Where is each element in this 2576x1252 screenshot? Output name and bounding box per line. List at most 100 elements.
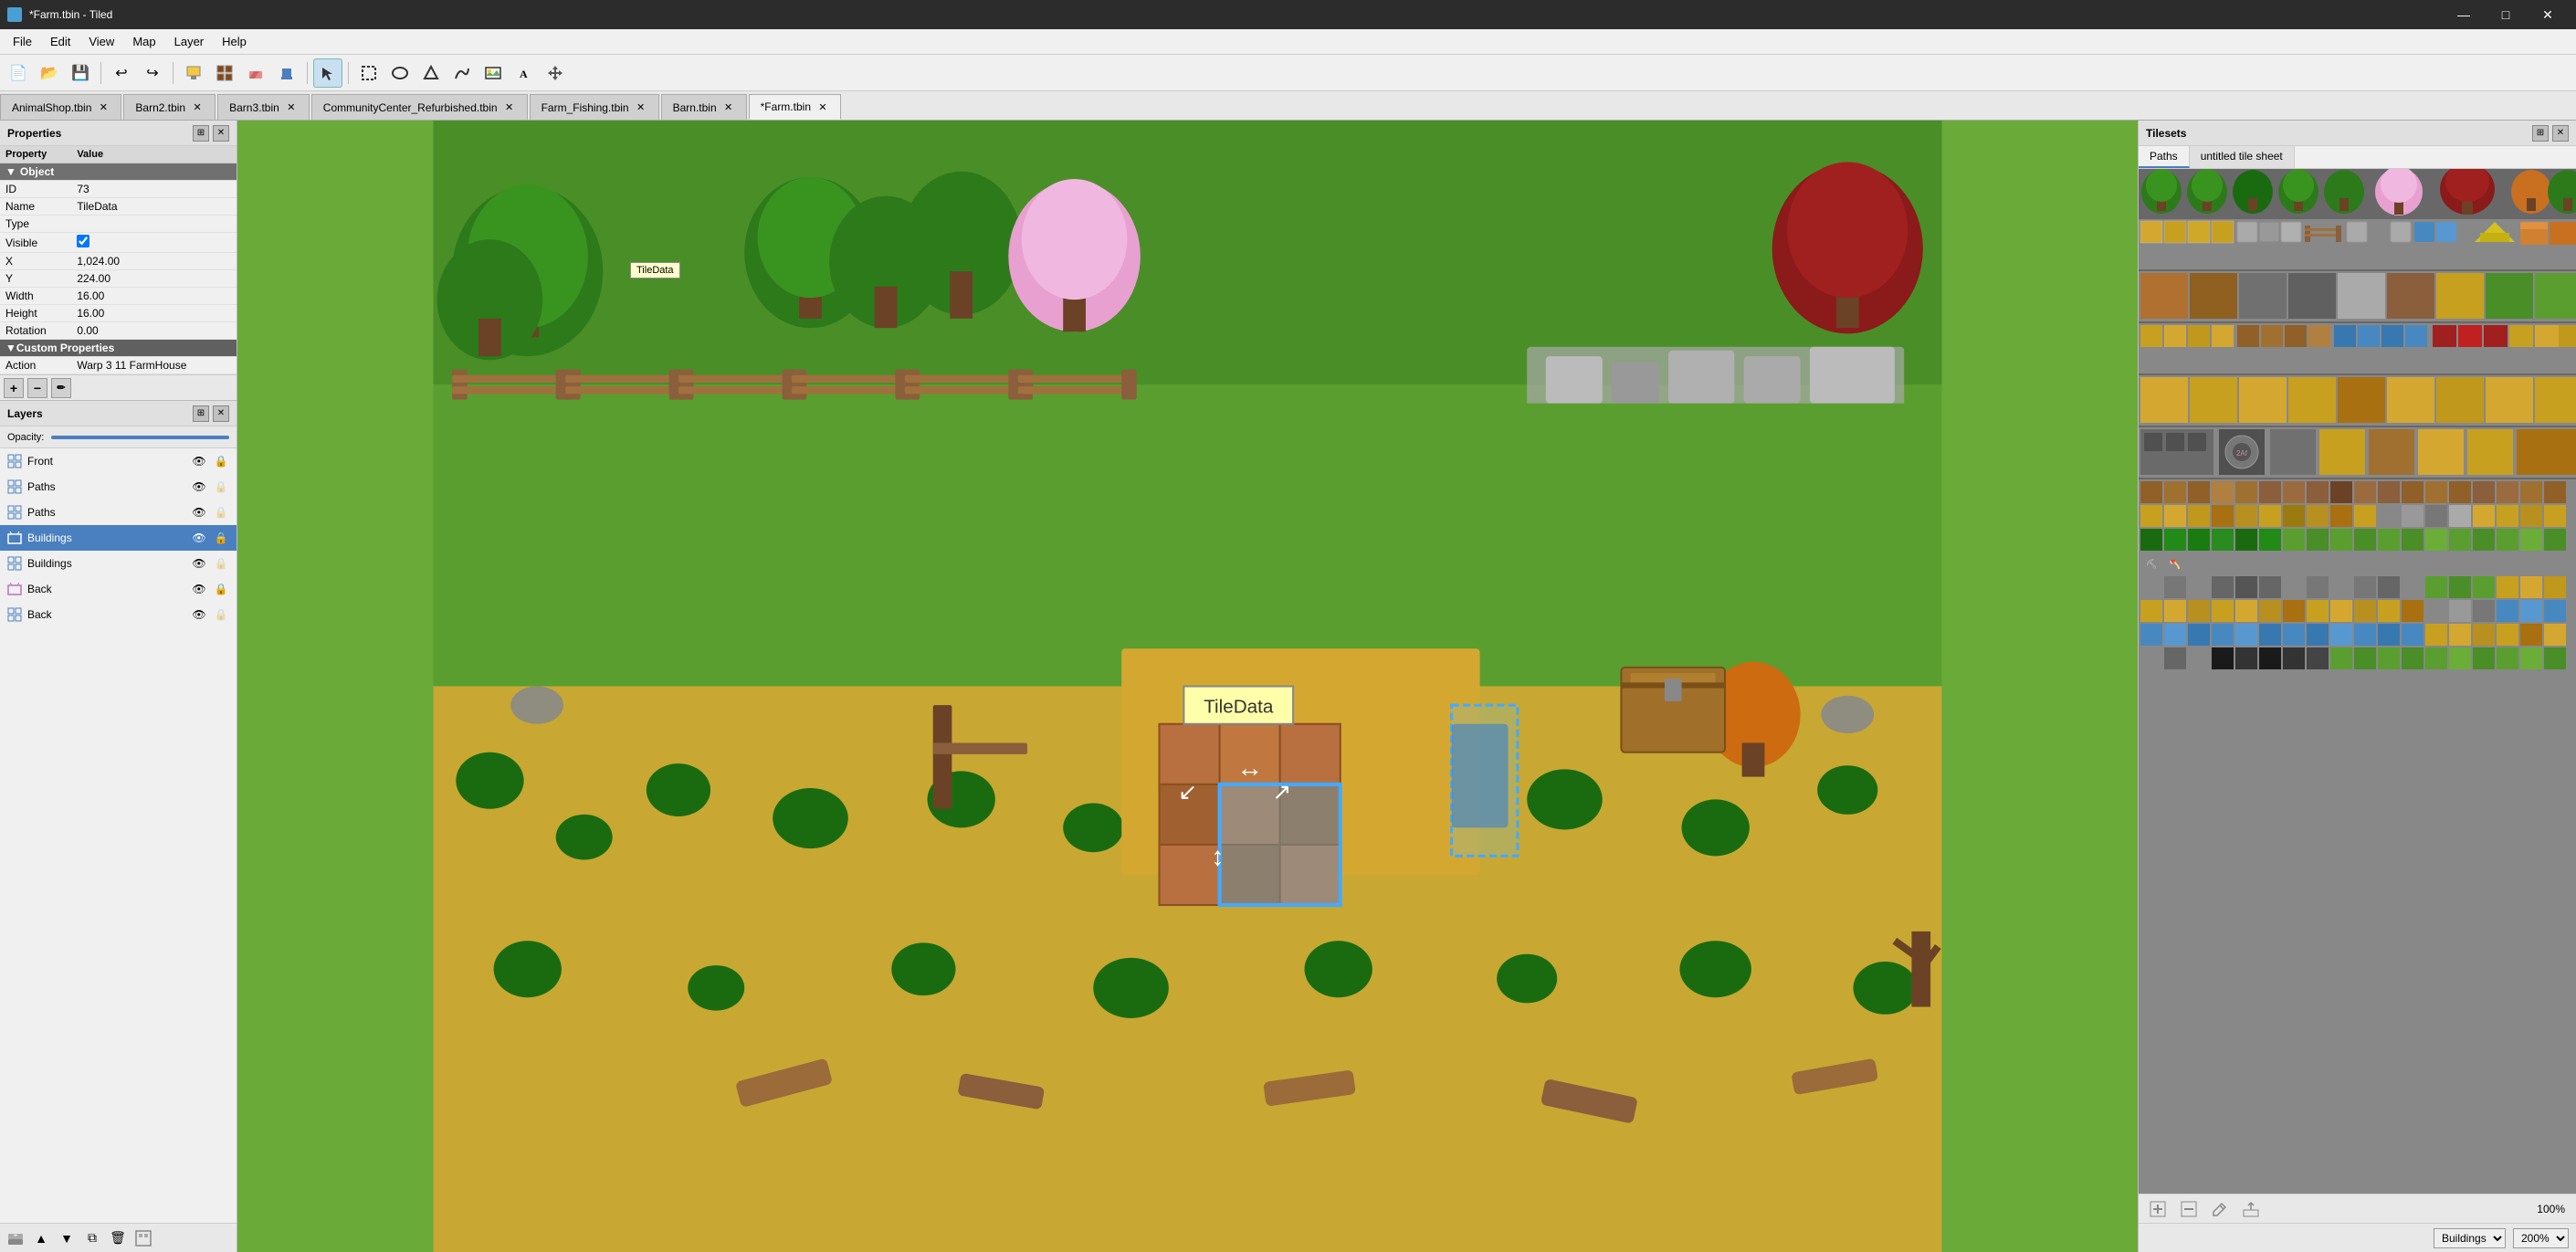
menu-file[interactable]: File <box>4 31 41 52</box>
map-canvas[interactable]: ↔ ↕ ↙ ↗ TileData <box>237 121 2138 1252</box>
prop-value-x[interactable]: 1,024.00 <box>71 253 237 270</box>
layer-item-paths2[interactable]: Paths 👁 🔒 <box>0 500 237 525</box>
layer-item-buildings-tile[interactable]: Buildings 👁 🔒 <box>0 551 237 576</box>
layer-lock-buildings-tile[interactable]: 🔒 <box>213 555 229 572</box>
move-layer-up-btn[interactable]: ▲ <box>29 1226 53 1250</box>
prop-value-width[interactable]: 16.00 <box>71 288 237 305</box>
properties-float-btn[interactable]: ⊞ <box>193 125 209 142</box>
remove-property-btn[interactable]: − <box>27 378 47 398</box>
tab-barn-close[interactable]: ✕ <box>722 101 735 114</box>
layer-lock-paths1[interactable]: 🔒 <box>213 479 229 495</box>
close-button[interactable]: ✕ <box>2527 0 2569 29</box>
layer-lock-back-obj[interactable]: 🔒 <box>213 581 229 597</box>
remove-tileset-btn[interactable] <box>2177 1197 2201 1221</box>
menu-edit[interactable]: Edit <box>41 31 79 52</box>
prop-value-visible[interactable] <box>71 233 237 253</box>
menu-layer[interactable]: Layer <box>165 31 214 52</box>
layer-vis-back-tile[interactable]: 👁 <box>191 606 207 623</box>
tab-farm[interactable]: *Farm.tbin ✕ <box>749 94 841 120</box>
edit-property-btn[interactable]: ✏ <box>51 378 71 398</box>
tab-community[interactable]: CommunityCenter_Refurbished.tbin ✕ <box>311 94 528 120</box>
minimize-button[interactable]: — <box>2443 0 2485 29</box>
visible-checkbox[interactable] <box>77 235 89 247</box>
object-section-header[interactable]: ▼Object <box>0 163 237 181</box>
layer-lock-paths2[interactable]: 🔒 <box>213 504 229 521</box>
layer-item-paths1[interactable]: Paths 👁 🔒 <box>0 474 237 500</box>
prop-value-height[interactable]: 16.00 <box>71 305 237 322</box>
remove-layer-btn[interactable]: 🗑 <box>106 1226 130 1250</box>
custom-section-header[interactable]: ▼Custom Properties <box>0 340 237 357</box>
layer-item-back-obj[interactable]: Back 👁 🔒 <box>0 576 237 602</box>
layers-float-btn[interactable]: ⊞ <box>193 405 209 422</box>
tab-barn3[interactable]: Barn3.tbin ✕ <box>217 94 310 120</box>
menu-map[interactable]: Map <box>123 31 164 52</box>
zoom-select[interactable]: 200% <box>2513 1228 2569 1248</box>
opacity-slider[interactable] <box>51 436 229 439</box>
tab-barn2[interactable]: Barn2.tbin ✕ <box>123 94 216 120</box>
tileset-svg[interactable]: 2Af <box>2139 169 2576 680</box>
layer-vis-buildings-obj[interactable]: 👁 <box>191 530 207 546</box>
group-layer-btn[interactable] <box>131 1226 155 1250</box>
tileset-tab-paths[interactable]: Paths <box>2139 146 2190 168</box>
add-layer-btn[interactable]: + <box>4 1226 27 1250</box>
ellipse-tool[interactable] <box>385 58 415 88</box>
polygon-tool[interactable] <box>416 58 446 88</box>
layer-lock-buildings-obj[interactable]: 🔒 <box>213 530 229 546</box>
terrain-tool[interactable] <box>210 58 239 88</box>
stamp-tool[interactable] <box>179 58 208 88</box>
layer-item-front[interactable]: Front 👁 🔒 <box>0 448 237 474</box>
tab-barn2-close[interactable]: ✕ <box>191 101 204 114</box>
prop-value-type[interactable] <box>71 216 237 233</box>
move-tool[interactable] <box>541 58 570 88</box>
layer-vis-back-obj[interactable]: 👁 <box>191 581 207 597</box>
tab-farmfishing-close[interactable]: ✕ <box>635 101 647 114</box>
undo-button[interactable]: ↩ <box>107 58 136 88</box>
tab-community-close[interactable]: ✕ <box>503 101 516 114</box>
current-layer-select[interactable]: Buildings <box>2434 1228 2506 1248</box>
tab-barn3-close[interactable]: ✕ <box>285 101 298 114</box>
duplicate-layer-btn[interactable]: ⧉ <box>80 1226 104 1250</box>
menu-view[interactable]: View <box>79 31 123 52</box>
add-tileset-btn[interactable] <box>2146 1197 2170 1221</box>
tab-animalshop[interactable]: AnimalShop.tbin ✕ <box>0 94 121 120</box>
layer-item-back-tile[interactable]: Back 👁 🔒 <box>0 602 237 627</box>
tileset-close-btn[interactable]: ✕ <box>2552 125 2569 142</box>
layer-lock-back-tile[interactable]: 🔒 <box>213 606 229 623</box>
map-viewport[interactable]: ↔ ↕ ↙ ↗ TileData <box>237 121 2138 1252</box>
prop-value-y[interactable]: 224.00 <box>71 270 237 288</box>
map-area[interactable]: ↔ ↕ ↙ ↗ TileData <box>237 121 2138 1252</box>
tab-farmfishing[interactable]: Farm_Fishing.tbin ✕ <box>530 94 659 120</box>
open-button[interactable]: 📂 <box>35 58 64 88</box>
tileset-content[interactable]: 2Af <box>2139 169 2576 1194</box>
prop-value-action[interactable]: Warp 3 11 FarmHouse <box>71 357 237 374</box>
tab-barn[interactable]: Barn.tbin ✕ <box>661 94 747 120</box>
prop-value-name[interactable]: TileData <box>71 198 237 216</box>
image-tool[interactable] <box>478 58 508 88</box>
prop-value-id[interactable]: 73 <box>71 181 237 198</box>
tileset-tab-untitled[interactable]: untitled tile sheet <box>2190 146 2295 168</box>
edit-tileset-btn[interactable] <box>2208 1197 2232 1221</box>
tab-animalshop-close[interactable]: ✕ <box>97 101 110 114</box>
eraser-tool[interactable] <box>241 58 270 88</box>
layer-item-buildings-obj[interactable]: Buildings 👁 🔒 <box>0 525 237 551</box>
layer-vis-buildings-tile[interactable]: 👁 <box>191 555 207 572</box>
polyline-tool[interactable] <box>447 58 477 88</box>
rect-select-tool[interactable] <box>354 58 384 88</box>
save-button[interactable]: 💾 <box>66 58 95 88</box>
tileset-export-btn[interactable] <box>2239 1197 2263 1221</box>
layer-vis-paths1[interactable]: 👁 <box>191 479 207 495</box>
properties-close-btn[interactable]: ✕ <box>213 125 229 142</box>
maximize-button[interactable]: □ <box>2485 0 2527 29</box>
layer-vis-paths2[interactable]: 👁 <box>191 504 207 521</box>
add-property-btn[interactable]: + <box>4 378 24 398</box>
text-tool[interactable]: A <box>510 58 539 88</box>
prop-value-rotation[interactable]: 0.00 <box>71 322 237 340</box>
tab-farm-close[interactable]: ✕ <box>816 100 829 113</box>
select-tool[interactable] <box>313 58 342 88</box>
redo-button[interactable]: ↪ <box>138 58 167 88</box>
menu-help[interactable]: Help <box>213 31 256 52</box>
move-layer-down-btn[interactable]: ▼ <box>55 1226 79 1250</box>
layers-close-btn[interactable]: ✕ <box>213 405 229 422</box>
tileset-float-btn[interactable]: ⊞ <box>2532 125 2549 142</box>
layer-vis-front[interactable]: 👁 <box>191 453 207 469</box>
